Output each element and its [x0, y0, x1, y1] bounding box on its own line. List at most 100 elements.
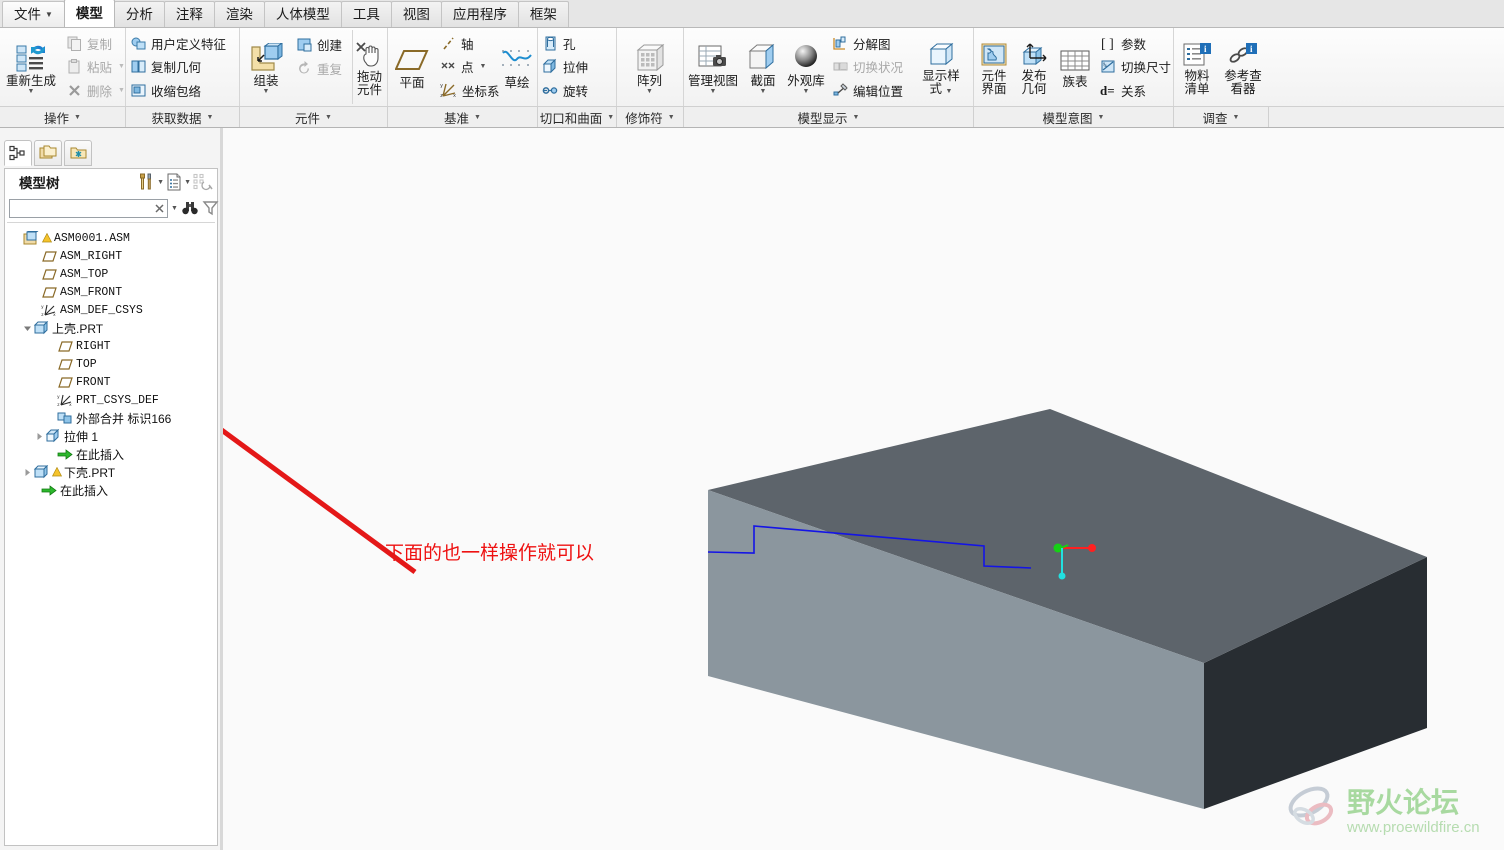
revolve-button[interactable]: 旋转 [540, 79, 613, 102]
find-binoculars-icon[interactable] [181, 200, 199, 216]
datum-csys-button[interactable]: y z x 坐标系 [438, 79, 500, 102]
appearance-gallery-button[interactable]: 外观库 ▼ [781, 40, 831, 95]
tree-twisty-collapsed[interactable] [33, 432, 45, 441]
switch-dimensions-icon: % [1100, 58, 1117, 75]
tab-applications[interactable]: 应用程序 [440, 1, 519, 27]
filter-funnel-icon[interactable] [202, 200, 219, 216]
tree-item-external-merge[interactable]: 外部合并 标识166 [11, 409, 217, 427]
model-tree-header-tools: ▼ ▼ [138, 173, 213, 191]
chevron-down-icon[interactable]: ▼ [157, 179, 164, 186]
datum-axis-button[interactable]: 轴 [438, 32, 496, 55]
tree-item-right[interactable]: RIGHT [11, 337, 217, 355]
copy-geometry-button[interactable]: 复制几何 [128, 55, 236, 78]
hole-icon [542, 35, 559, 52]
tab-render[interactable]: 渲染 [213, 1, 265, 27]
tab-view[interactable]: 视图 [390, 1, 442, 27]
chevron-down-icon[interactable]: ▼ [171, 205, 178, 212]
family-table-button[interactable]: 族表 [1052, 45, 1098, 89]
toggle-state-button[interactable]: 切换状况 [830, 55, 910, 78]
tree-item-asm0001[interactable]: ASM0001.ASM [11, 229, 217, 247]
settings-tools-icon[interactable] [138, 173, 155, 191]
group-label-modifier[interactable]: 修饰符 ▼ [617, 107, 684, 127]
nav-tab-model-tree[interactable] [4, 140, 32, 166]
chevron-down-icon: ▼ [118, 86, 125, 94]
nav-tab-folder-browser[interactable] [34, 140, 62, 166]
pattern-label: 阵列 [636, 73, 662, 88]
tree-item-lower-shell[interactable]: 下壳.PRT [11, 463, 217, 481]
group-label-datum[interactable]: 基准 ▼ [388, 107, 538, 127]
clear-x-icon[interactable] [154, 203, 165, 214]
repeat-button[interactable]: 重复 [294, 56, 350, 80]
tab-tools[interactable]: 工具 [340, 1, 392, 27]
datum-plane-button[interactable]: 平面 [389, 44, 435, 90]
relations-d-equals-icon: d= [1100, 82, 1117, 99]
parameters-button[interactable]: [ ] 参数 [1098, 32, 1170, 55]
display-list-icon[interactable] [166, 173, 182, 191]
delete-button[interactable]: 删除 ▼ [64, 79, 125, 102]
publish-geometry-button[interactable]: 发布 几何 [1012, 39, 1056, 96]
pattern-button[interactable]: 阵列 ▼ [627, 40, 673, 95]
tree-item-top[interactable]: TOP [11, 355, 217, 373]
tree-item-asm-right[interactable]: ASM_RIGHT [11, 247, 217, 265]
tree-item-insert-here-1[interactable]: 在此插入 [11, 445, 217, 463]
tree-item-insert-here-2[interactable]: 在此插入 [11, 481, 217, 499]
group-label-cut-surface-text: 切口和曲面 [539, 111, 603, 126]
tree-item-asm-front[interactable]: ASM_FRONT [11, 283, 217, 301]
nav-tab-favorites[interactable] [64, 140, 92, 166]
tab-analysis[interactable]: 分析 [113, 1, 165, 27]
group-label-get-data[interactable]: 获取数据 ▼ [126, 107, 240, 127]
datum-point-button[interactable]: 点 ▼ [438, 55, 496, 78]
search-input[interactable] [12, 200, 154, 216]
user-defined-feature-button[interactable]: 用户定义特征 [128, 32, 236, 55]
tree-item-prt-csys-def[interactable]: y z x PRT_CSYS_DEF [11, 391, 217, 409]
tab-model[interactable]: 模型 [63, 0, 115, 27]
component-interface-button[interactable]: 元件 界面 [972, 39, 1016, 96]
tab-annotate[interactable]: 注释 [163, 1, 215, 27]
tab-file[interactable]: 文件 ▼ [2, 1, 65, 27]
assemble-button[interactable]: 组装 ▼ [242, 40, 290, 95]
tree-twisty-expanded[interactable] [21, 324, 33, 333]
hole-button[interactable]: 孔 [540, 32, 613, 55]
chevron-down-icon: ▼ [45, 10, 53, 19]
manage-views-button[interactable]: 管理视图 ▼ [682, 40, 744, 95]
relations-button[interactable]: d= 关系 [1098, 79, 1170, 102]
sketch-button[interactable]: 草绘 [494, 44, 540, 90]
tree-item-front[interactable]: FRONT [11, 373, 217, 391]
tree-twisty-collapsed[interactable] [21, 468, 33, 477]
exploded-view-button[interactable]: 分解图 [830, 32, 910, 55]
extrude-button[interactable]: 拉伸 [540, 55, 613, 78]
assemble-label: 组装 [253, 73, 279, 88]
group-label-model-intent[interactable]: 模型意图 ▼ [974, 107, 1174, 127]
create-button[interactable]: 创建 [294, 32, 350, 56]
chevron-down-icon[interactable]: ▼ [184, 179, 191, 186]
paste-label: 粘贴 [87, 61, 113, 76]
switch-dimensions-button[interactable]: % 切换尺寸 [1098, 55, 1171, 78]
shrinkwrap-button[interactable]: 收缩包络 [128, 79, 236, 102]
tree-item-upper-shell[interactable]: 上壳.PRT [11, 319, 217, 337]
regenerate-label: 重新生成 [6, 73, 57, 88]
group-label-investigate[interactable]: 调查 ▼ [1174, 107, 1269, 127]
graphics-canvas[interactable]: 下面的也一样操作就可以 野火论坛 www.proewildfire.cn [223, 128, 1504, 850]
group-label-component[interactable]: 元件 ▼ [240, 107, 388, 127]
section-button[interactable]: 截面 ▼ [740, 40, 786, 95]
tab-framework[interactable]: 框架 [517, 1, 569, 27]
reference-viewer-button[interactable]: i 参考查 看器 [1218, 39, 1268, 96]
display-style-button[interactable]: 显示样 式 ▼ [916, 39, 966, 96]
bom-button[interactable]: i 物料 清单 [1175, 39, 1219, 96]
favorites-folder-icon [70, 147, 86, 159]
tree-item-extrude-1[interactable]: 拉伸 1 [11, 427, 217, 445]
group-label-cut-surface[interactable]: 切口和曲面 ▼ [538, 107, 617, 127]
regenerate-button[interactable]: 重新生成 ▼ [0, 40, 62, 95]
manage-views-label: 管理视图 [688, 73, 739, 88]
group-label-model-display[interactable]: 模型显示 ▼ [684, 107, 974, 127]
tree-item-label: 在此插入 [60, 483, 109, 498]
group-label-operations[interactable]: 操作 ▼ [0, 107, 126, 127]
copy-button[interactable]: 复制 [64, 32, 124, 55]
edit-position-button[interactable]: 编辑位置 [830, 79, 910, 102]
tab-manikin[interactable]: 人体模型 [263, 1, 342, 27]
paste-button[interactable]: 粘贴 ▼ [64, 55, 125, 78]
tree-item-asm-top[interactable]: ASM_TOP [11, 265, 217, 283]
search-input-wrapper[interactable] [9, 198, 168, 218]
drag-component-button[interactable]: 拖动 元件 [349, 38, 391, 97]
tree-item-asm-def-csys[interactable]: y z x ASM_DEF_CSYS [11, 301, 217, 319]
